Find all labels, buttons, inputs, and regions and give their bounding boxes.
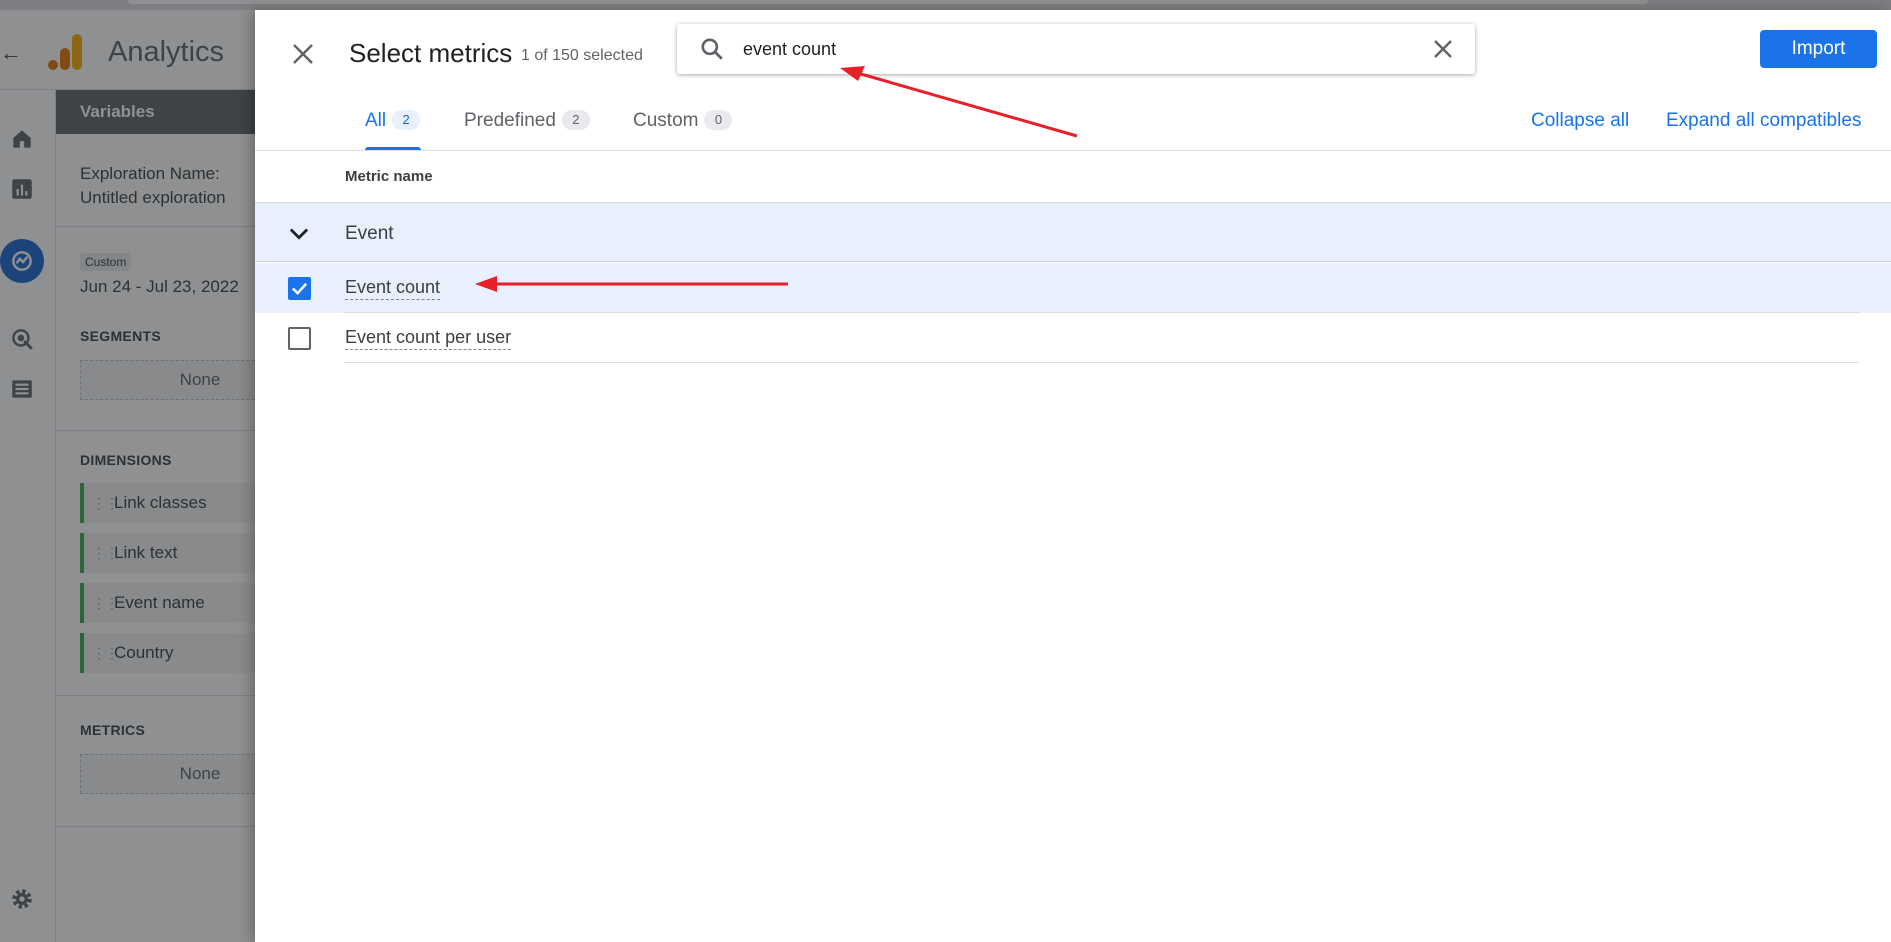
metric-row[interactable]: Event count bbox=[255, 263, 1891, 313]
tab-count-badge: 0 bbox=[704, 110, 733, 130]
select-metrics-dialog: Select metrics 1 of 150 selected Import … bbox=[255, 10, 1891, 942]
row-divider bbox=[345, 362, 1859, 363]
expand-all-compatibles-button[interactable]: Expand all compatibles bbox=[1666, 110, 1861, 132]
import-button[interactable]: Import bbox=[1760, 30, 1877, 68]
metric-label[interactable]: Event count bbox=[345, 277, 441, 300]
tab-count-badge: 2 bbox=[392, 110, 421, 130]
selection-count: 1 of 150 selected bbox=[521, 47, 643, 64]
metric-row[interactable]: Event count per user bbox=[255, 313, 1891, 363]
tab-label: Predefined bbox=[464, 110, 556, 131]
tab-label: All bbox=[365, 110, 387, 131]
tab-count-badge: 2 bbox=[561, 110, 590, 130]
metric-checkbox[interactable] bbox=[288, 327, 311, 350]
search-icon bbox=[701, 38, 723, 60]
close-icon bbox=[293, 44, 313, 64]
metric-checkbox[interactable] bbox=[288, 277, 311, 300]
tab-predefined[interactable]: Predefined 2 bbox=[464, 110, 590, 160]
chevron-down-icon[interactable] bbox=[285, 219, 313, 247]
collapse-all-button[interactable]: Collapse all bbox=[1531, 110, 1629, 132]
tab-label: Custom bbox=[633, 110, 699, 131]
tab-all[interactable]: All 2 bbox=[365, 110, 421, 160]
dialog-title: Select metrics bbox=[349, 38, 513, 68]
close-button[interactable] bbox=[285, 36, 321, 72]
column-header-metric-name: Metric name bbox=[345, 168, 433, 185]
search-box bbox=[677, 24, 1475, 74]
group-row-event[interactable]: Event bbox=[255, 202, 1891, 262]
group-label: Event bbox=[345, 223, 394, 244]
metric-label[interactable]: Event count per user bbox=[345, 327, 512, 350]
search-input[interactable] bbox=[743, 34, 1403, 64]
divider bbox=[255, 150, 1891, 151]
checkmark-icon bbox=[291, 282, 308, 296]
tab-custom[interactable]: Custom 0 bbox=[633, 110, 733, 160]
clear-search-icon[interactable] bbox=[1431, 37, 1455, 61]
